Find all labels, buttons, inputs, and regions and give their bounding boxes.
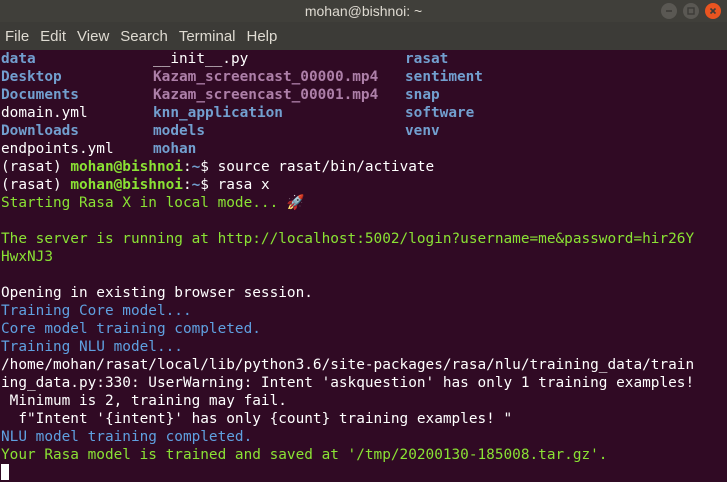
menu-edit[interactable]: Edit: [39, 28, 70, 45]
prompt-sep: :: [182, 159, 192, 175]
output-server-running-cont: HwxNJ3: [1, 249, 53, 265]
output-warning: f"Intent '{intent}' has only {count} tra…: [1, 411, 513, 427]
output-core-completed: Core model training completed.: [1, 321, 261, 337]
ls-entry-dir: venv: [405, 123, 440, 139]
maximize-button[interactable]: [683, 3, 699, 19]
ls-entry-file: endpoints.yml: [1, 141, 114, 157]
prompt-userhost: mohan@bishnoi: [70, 159, 183, 175]
command-line: (rasat) mohan@bishnoi:~$ source rasat/bi…: [1, 158, 727, 176]
close-icon: [709, 7, 717, 15]
menu-bar: File Edit View Search Terminal Help: [0, 22, 727, 50]
output-warning: /home/mohan/rasat/local/lib/python3.6/si…: [1, 357, 695, 373]
menu-terminal[interactable]: Terminal: [178, 28, 240, 45]
close-button[interactable]: [705, 3, 721, 19]
ls-entry-dir: rasat: [405, 51, 449, 67]
minimize-icon: [666, 10, 672, 12]
maximize-icon: [687, 7, 695, 15]
output-warning: ing_data.py:330: UserWarning: Intent 'as…: [1, 375, 695, 391]
ls-entry-dir: mohan: [153, 141, 197, 157]
minimize-button[interactable]: [661, 3, 677, 19]
ls-entry-dir: knn_application: [153, 105, 283, 121]
command-text: source rasat/bin/activate: [217, 159, 435, 175]
output-training-core: Training Core model...: [1, 303, 192, 319]
cursor-line: [1, 464, 727, 482]
ls-entry-dir: models: [153, 123, 205, 139]
window-controls: [661, 3, 721, 19]
prompt-path: ~: [191, 159, 201, 175]
ls-entry-dir: sentiment: [405, 69, 483, 85]
ls-entry-media: Kazam_screencast_00000.mp4: [153, 69, 379, 85]
ls-row: endpoints.yml mohan: [1, 140, 727, 158]
ls-entry-dir: software: [405, 105, 475, 121]
ls-row: Downloads models venv: [1, 122, 727, 140]
prompt-dollar: $: [200, 159, 218, 175]
window-title: mohan@bishnoi: ~: [304, 3, 423, 19]
terminal-output[interactable]: data __init__.py rasat Desktop Kazam_scr…: [0, 50, 727, 482]
ls-entry-file: __init__.py: [153, 51, 249, 67]
prompt-userhost: mohan@bishnoi: [70, 177, 183, 193]
output-model-saved: Your Rasa model is trained and saved at …: [1, 447, 608, 463]
ls-entry-dir: Documents: [1, 87, 79, 103]
ls-entry-dir: snap: [405, 87, 440, 103]
menu-view[interactable]: View: [76, 28, 113, 45]
output-opening: Opening in existing browser session.: [1, 285, 313, 301]
ls-entry-dir: data: [1, 51, 36, 67]
ls-row: Documents Kazam_screencast_00001.mp4 sna…: [1, 86, 727, 104]
ls-entry-media: Kazam_screencast_00001.mp4: [153, 87, 379, 103]
menu-search[interactable]: Search: [119, 28, 172, 45]
output-training-nlu: Training NLU model...: [1, 339, 183, 355]
ls-entry-file: domain.yml: [1, 105, 88, 121]
prompt-path: ~: [191, 177, 201, 193]
prompt-dollar: $: [200, 177, 218, 193]
terminal-cursor: [1, 464, 9, 480]
output-nlu-completed: NLU model training completed.: [1, 429, 253, 445]
prompt-sep: :: [182, 177, 192, 193]
command-line: (rasat) mohan@bishnoi:~$ rasa x: [1, 176, 727, 194]
ls-entry-dir: Downloads: [1, 123, 79, 139]
output-server-running: The server is running at http://localhos…: [1, 231, 695, 247]
menu-file[interactable]: File: [4, 28, 33, 45]
ls-row: data __init__.py rasat: [1, 50, 727, 68]
window-titlebar[interactable]: mohan@bishnoi: ~: [0, 0, 727, 22]
command-text: rasa x: [217, 177, 270, 193]
ls-row: domain.yml knn_application software: [1, 104, 727, 122]
ls-row: Desktop Kazam_screencast_00000.mp4 senti…: [1, 68, 727, 86]
output-warning: Minimum is 2, training may fail.: [1, 393, 287, 409]
output-starting: Starting Rasa X in local mode... 🚀: [1, 195, 305, 211]
ls-entry-dir: Desktop: [1, 69, 62, 85]
menu-help[interactable]: Help: [246, 28, 282, 45]
